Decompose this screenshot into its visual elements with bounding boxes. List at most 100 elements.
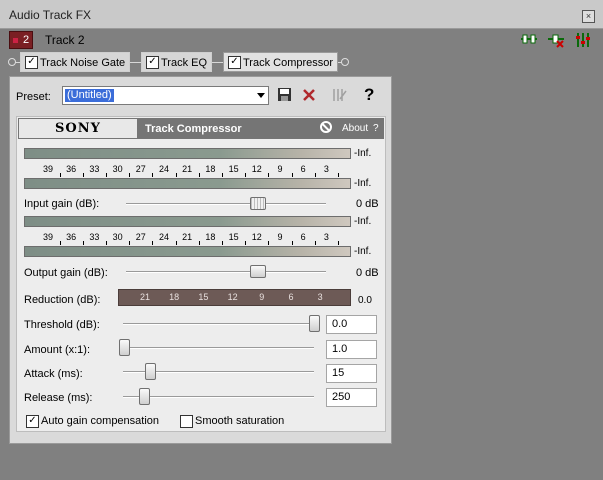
threshold-input[interactable]: 0.0	[326, 315, 377, 334]
chevron-down-icon[interactable]	[257, 93, 265, 98]
scale-tick	[314, 173, 316, 177]
tab-track-compressor[interactable]: ✓ Track Compressor	[223, 52, 338, 72]
release-input[interactable]: 250	[326, 388, 377, 407]
output-gain-slider-thumb[interactable]	[250, 265, 266, 278]
scale-tick	[222, 241, 223, 245]
tab-noise-gate-checkbox[interactable]: ✓	[25, 56, 38, 69]
release-track[interactable]	[123, 396, 314, 398]
amount-label: Amount (x:1):	[24, 344, 91, 356]
tab-label: Track EQ	[161, 57, 208, 69]
scale-tick-label: 30	[112, 232, 123, 242]
output-meter-bottom	[24, 246, 351, 257]
scale-tick	[129, 241, 131, 245]
scale-tick-label: 33	[89, 232, 100, 242]
scale-tick	[245, 173, 247, 177]
scale-tick-label: 36	[66, 164, 77, 174]
scale-tick	[245, 241, 247, 245]
mixer-icon[interactable]	[575, 32, 591, 48]
plugin-title: Track Compressor	[145, 123, 242, 135]
scale-tick-label: 39	[42, 164, 54, 174]
reduction-value: 0.0	[358, 295, 372, 306]
plugin-header: SONY Track Compressor About ?	[18, 118, 384, 139]
plugin-help-icon[interactable]: ?	[373, 123, 379, 134]
scale-tick	[268, 173, 270, 177]
smooth-saturation-label: Smooth saturation	[195, 415, 285, 427]
scale-tick-label: 30	[112, 164, 123, 174]
scale-tick-label: 15	[228, 232, 239, 242]
about-link[interactable]: About	[342, 123, 368, 134]
tab-label: Track Noise Gate	[40, 57, 126, 69]
delete-icon[interactable]	[301, 87, 317, 103]
scale-tick-label: 18	[205, 232, 216, 242]
input-gain-track[interactable]	[126, 203, 326, 205]
scale-tick	[82, 241, 84, 245]
window-titlebar: Audio Track FX ×	[0, 0, 603, 29]
scale-tick	[222, 173, 223, 177]
reduction-label: Reduction (dB):	[24, 294, 101, 306]
scale-tick	[175, 173, 177, 177]
amount-input[interactable]: 1.0	[326, 340, 377, 359]
plugin-frame: Preset: (Untitled) ? SONY Track Compress…	[9, 76, 392, 444]
reduction-meter: 21 18 15 12 9 6 3	[118, 289, 351, 306]
close-icon[interactable]: ×	[582, 10, 595, 23]
remove-plugin-icon[interactable]	[547, 32, 564, 48]
scale-tick	[82, 173, 84, 177]
scale-tick-label: 3	[323, 164, 329, 174]
preset-dropdown[interactable]: (Untitled)	[62, 86, 269, 105]
scale-tick	[268, 241, 270, 245]
plugin-chain-icon[interactable]	[520, 32, 537, 48]
input-meter-bottom-label: -Inf.	[354, 178, 372, 189]
scale-tick	[152, 241, 154, 245]
scale-tick	[152, 173, 154, 177]
output-meter-top-label: -Inf.	[354, 216, 372, 227]
input-gain-value: 0 dB	[356, 198, 379, 210]
track-number: 2	[23, 34, 30, 46]
threshold-slider-thumb[interactable]	[309, 315, 320, 332]
tab-label: Track Compressor	[243, 57, 334, 69]
bypass-icon[interactable]	[332, 87, 348, 103]
release-slider-thumb[interactable]	[139, 388, 150, 405]
scale-tick-label: 39	[42, 232, 54, 242]
amount-slider-thumb[interactable]	[119, 339, 130, 356]
threshold-track[interactable]	[123, 323, 319, 325]
scale-tick-label: 3	[323, 232, 329, 242]
tab-eq-checkbox[interactable]: ✓	[146, 56, 159, 69]
scale-tick	[59, 241, 61, 245]
scale-tick	[175, 241, 177, 245]
save-icon[interactable]	[277, 87, 293, 103]
input-gain-slider-thumb[interactable]	[250, 197, 266, 210]
tab-track-eq[interactable]: ✓ Track EQ	[141, 52, 212, 72]
output-gain-track[interactable]	[126, 271, 326, 273]
amount-track[interactable]	[123, 347, 314, 349]
output-meter-top	[24, 216, 351, 227]
scale-tick-label: 27	[135, 164, 146, 174]
smooth-saturation-checkbox[interactable]	[180, 415, 193, 428]
release-label: Release (ms):	[24, 392, 93, 404]
tab-track-noise-gate[interactable]: ✓ Track Noise Gate	[20, 52, 130, 72]
auto-gain-checkbox[interactable]: ✓	[26, 415, 39, 428]
output-meter-bottom-label: -Inf.	[354, 246, 372, 257]
attack-input[interactable]: 15	[326, 364, 377, 383]
scale-tick-label: 33	[89, 164, 100, 174]
scale-tick-label: 15	[228, 164, 239, 174]
input-meter-bottom	[24, 178, 351, 189]
input-meter-top	[24, 148, 351, 159]
input-gain-label: Input gain (dB):	[24, 198, 100, 210]
tab-compressor-checkbox[interactable]: ✓	[228, 56, 241, 69]
scale-tick	[338, 173, 339, 177]
bypass-circle-icon[interactable]	[320, 121, 332, 133]
scale-tick-label: 24	[158, 164, 170, 174]
output-gain-value: 0 dB	[356, 267, 379, 279]
scale-tick-label: 12	[251, 164, 262, 174]
reduction-tick-label: 3	[317, 292, 323, 302]
scale-tick-label: 6	[300, 164, 306, 174]
attack-slider-thumb[interactable]	[145, 363, 156, 380]
reduction-tick-label: 6	[288, 292, 294, 302]
help-icon[interactable]: ?	[364, 86, 380, 103]
reduction-tick-label: 21	[139, 292, 151, 302]
scale-tick	[129, 173, 131, 177]
output-gain-label: Output gain (dB):	[24, 267, 108, 279]
scale-tick	[198, 241, 200, 245]
scale-tick	[291, 241, 293, 245]
scale-tick-label: 6	[300, 232, 306, 242]
